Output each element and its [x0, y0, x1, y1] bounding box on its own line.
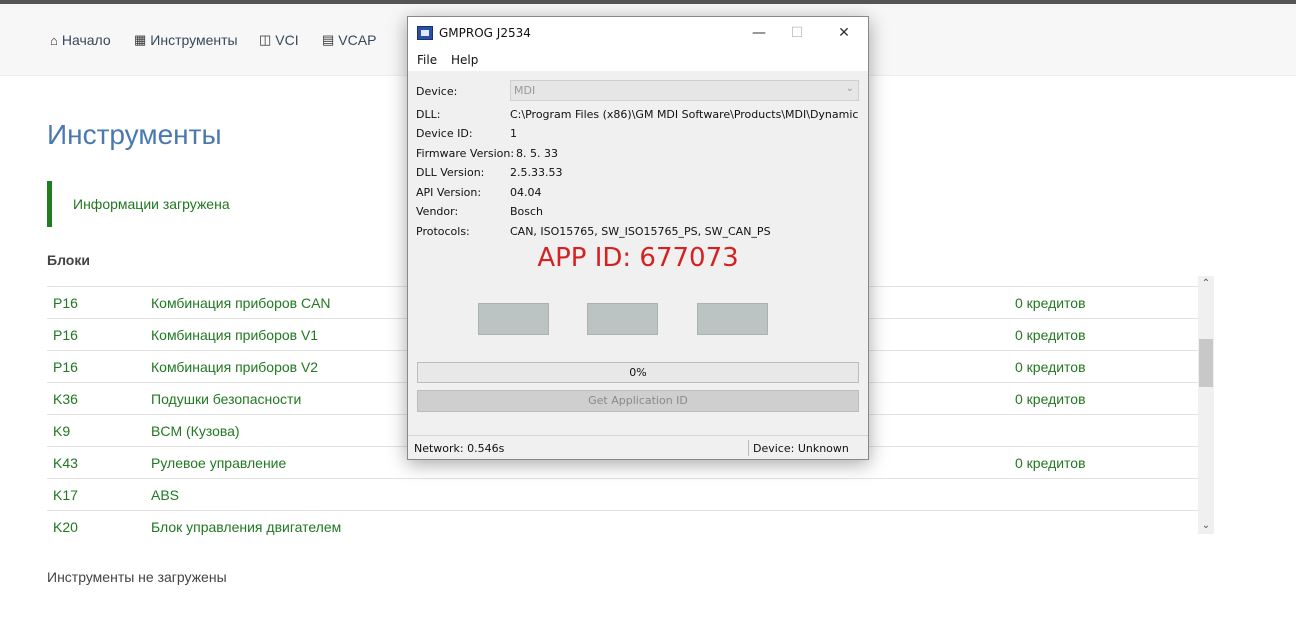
block-credits: 0 кредитов [1015, 359, 1086, 375]
protocols-value: CAN, ISO15765, SW_ISO15765_PS, SW_CAN_PS [510, 225, 771, 238]
nav-vci[interactable]: ◫ VCI [259, 32, 299, 48]
dll-label: DLL: [416, 108, 441, 121]
app-icon [417, 26, 433, 40]
block-code: K9 [53, 423, 71, 439]
status-separator [748, 440, 749, 456]
block-name[interactable]: BCM (Кузова) [151, 423, 240, 439]
device-id-label: Device ID: [416, 127, 473, 140]
block-code: K43 [53, 455, 78, 471]
window-title: GMPROG J2534 [439, 26, 531, 40]
vendor-value: Bosch [510, 205, 544, 218]
action-button-3[interactable] [697, 303, 768, 335]
tools-icon: ▦ [134, 32, 147, 47]
menu-file[interactable]: File [417, 53, 437, 67]
nav-tools-label: Инструменты [150, 32, 238, 48]
minimize-icon[interactable]: — [745, 23, 773, 43]
alert-text: Информации загружена [73, 196, 230, 212]
api-version-value: 04.04 [510, 186, 542, 199]
block-name[interactable]: Рулевое управление [151, 455, 286, 471]
dll-value: C:\Program Files (x86)\GM MDI Software\P… [510, 108, 859, 121]
block-code: P16 [53, 327, 78, 343]
block-code: K17 [53, 487, 78, 503]
nav-vcap[interactable]: ▤ VCAP [322, 32, 376, 48]
block-credits: 0 кредитов [1015, 327, 1086, 343]
footer-note: Инструменты не загружены [47, 569, 227, 585]
block-name[interactable]: Комбинация приборов CAN [151, 295, 331, 311]
block-name[interactable]: Блок управления двигателем [151, 519, 341, 535]
maximize-icon[interactable]: ☐ [783, 23, 811, 43]
info-alert: Информации загружена [47, 181, 407, 227]
device-id-value: 1 [510, 127, 517, 140]
scrollbar-thumb[interactable] [1199, 339, 1213, 387]
vendor-label: Vendor: [416, 205, 459, 218]
vci-icon: ◫ [259, 32, 272, 47]
firmware-label: Firmware Version: [416, 147, 515, 160]
block-code: K20 [53, 519, 78, 535]
progress-text: 0% [629, 366, 647, 379]
block-name[interactable]: Подушки безопасности [151, 391, 301, 407]
block-name[interactable]: Комбинация приборов V1 [151, 327, 318, 343]
table-scrollbar[interactable]: ⌃ ⌄ [1198, 276, 1214, 534]
home-icon: ⌂ [50, 32, 58, 48]
status-device: Device: Unknown [753, 442, 849, 455]
block-credits: 0 кредитов [1015, 391, 1086, 407]
block-credits: 0 кредитов [1015, 455, 1086, 471]
menu-help[interactable]: Help [451, 53, 478, 67]
device-select-value: MDI [514, 84, 536, 97]
block-name[interactable]: ABS [151, 487, 179, 503]
table-row[interactable]: K17 ABS [47, 478, 1198, 510]
get-application-id-button[interactable]: Get Application ID [417, 390, 859, 412]
menu-bar: File Help [408, 49, 868, 71]
action-button-1[interactable] [478, 303, 549, 335]
action-button-2[interactable] [587, 303, 658, 335]
chevron-up-icon[interactable]: ⌃ [1198, 276, 1214, 292]
gmprog-window: GMPROG J2534 — ☐ ✕ File Help Device: MDI… [407, 16, 869, 460]
nav-tools[interactable]: ▦ Инструменты [134, 32, 238, 48]
window-titlebar[interactable]: GMPROG J2534 — ☐ ✕ [408, 17, 868, 49]
status-bar: Network: 0.546s Device: Unknown [408, 435, 868, 459]
nav-vcap-label: VCAP [338, 32, 377, 48]
nav-home[interactable]: ⌂ Начало [50, 32, 111, 48]
dll-version-label: DLL Version: [416, 166, 485, 179]
device-label: Device: [416, 85, 458, 98]
close-icon[interactable]: ✕ [830, 23, 858, 43]
page-title: Инструменты [47, 119, 222, 150]
blocks-heading: Блоки [47, 252, 90, 268]
block-code: K36 [53, 391, 78, 407]
chevron-down-icon: ⌄ [845, 83, 854, 94]
nav-vci-label: VCI [275, 32, 299, 48]
firmware-value: 8. 5. 33 [516, 147, 558, 160]
block-name[interactable]: Комбинация приборов V2 [151, 359, 318, 375]
progress-bar: 0% [417, 362, 859, 383]
nav-home-label: Начало [61, 32, 111, 48]
block-code: P16 [53, 295, 78, 311]
protocols-label: Protocols: [416, 225, 470, 238]
chevron-down-icon[interactable]: ⌄ [1198, 518, 1214, 534]
block-code: P16 [53, 359, 78, 375]
api-version-label: API Version: [416, 186, 482, 199]
table-row[interactable]: K20 Блок управления двигателем [47, 510, 1198, 542]
device-select[interactable]: MDI ⌄ [510, 80, 859, 101]
vcap-icon: ▤ [322, 32, 335, 47]
dll-version-value: 2.5.33.53 [510, 166, 563, 179]
app-id-text: APP ID: 677073 [537, 243, 739, 273]
block-credits: 0 кредитов [1015, 295, 1086, 311]
status-network: Network: 0.546s [414, 442, 505, 455]
